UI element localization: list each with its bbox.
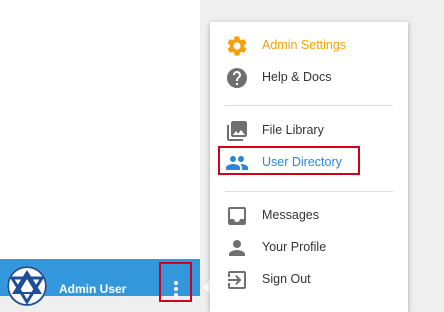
menu-item-label: Your Profile [262, 240, 327, 254]
menu-item-admin-settings[interactable]: Admin Settings [210, 30, 408, 62]
user-menu-button[interactable] [159, 262, 192, 302]
help-circle-icon [225, 66, 249, 90]
menu-divider [225, 191, 393, 192]
gear-icon [225, 34, 249, 58]
menu-item-label: Messages [262, 208, 319, 222]
menu-item-label: Admin Settings [262, 38, 347, 52]
menu-item-your-profile[interactable]: Your Profile [210, 232, 408, 264]
user-name: Admin User [59, 282, 127, 296]
user-bar: Admin User [0, 259, 200, 306]
menu-item-label: File Library [262, 123, 324, 137]
user-dropdown-menu: Admin Settings Help & Docs File Library … [210, 22, 408, 312]
image-library-icon [225, 119, 249, 143]
avatar[interactable] [7, 266, 47, 306]
menu-item-label: Help & Docs [262, 70, 332, 84]
sign-out-icon [225, 268, 249, 292]
menu-item-sign-out[interactable]: Sign Out [210, 264, 408, 296]
menu-item-help-docs[interactable]: Help & Docs [210, 62, 408, 94]
spider-logo-icon [7, 266, 47, 306]
sidebar-panel [0, 0, 200, 296]
person-icon [225, 236, 249, 260]
menu-item-label: Sign Out [262, 272, 311, 286]
menu-item-messages[interactable]: Messages [210, 200, 408, 232]
highlight-box [218, 146, 360, 175]
menu-item-file-library[interactable]: File Library [210, 115, 408, 147]
menu-divider [225, 105, 393, 106]
inbox-icon [225, 204, 249, 228]
more-vertical-icon [174, 281, 178, 285]
